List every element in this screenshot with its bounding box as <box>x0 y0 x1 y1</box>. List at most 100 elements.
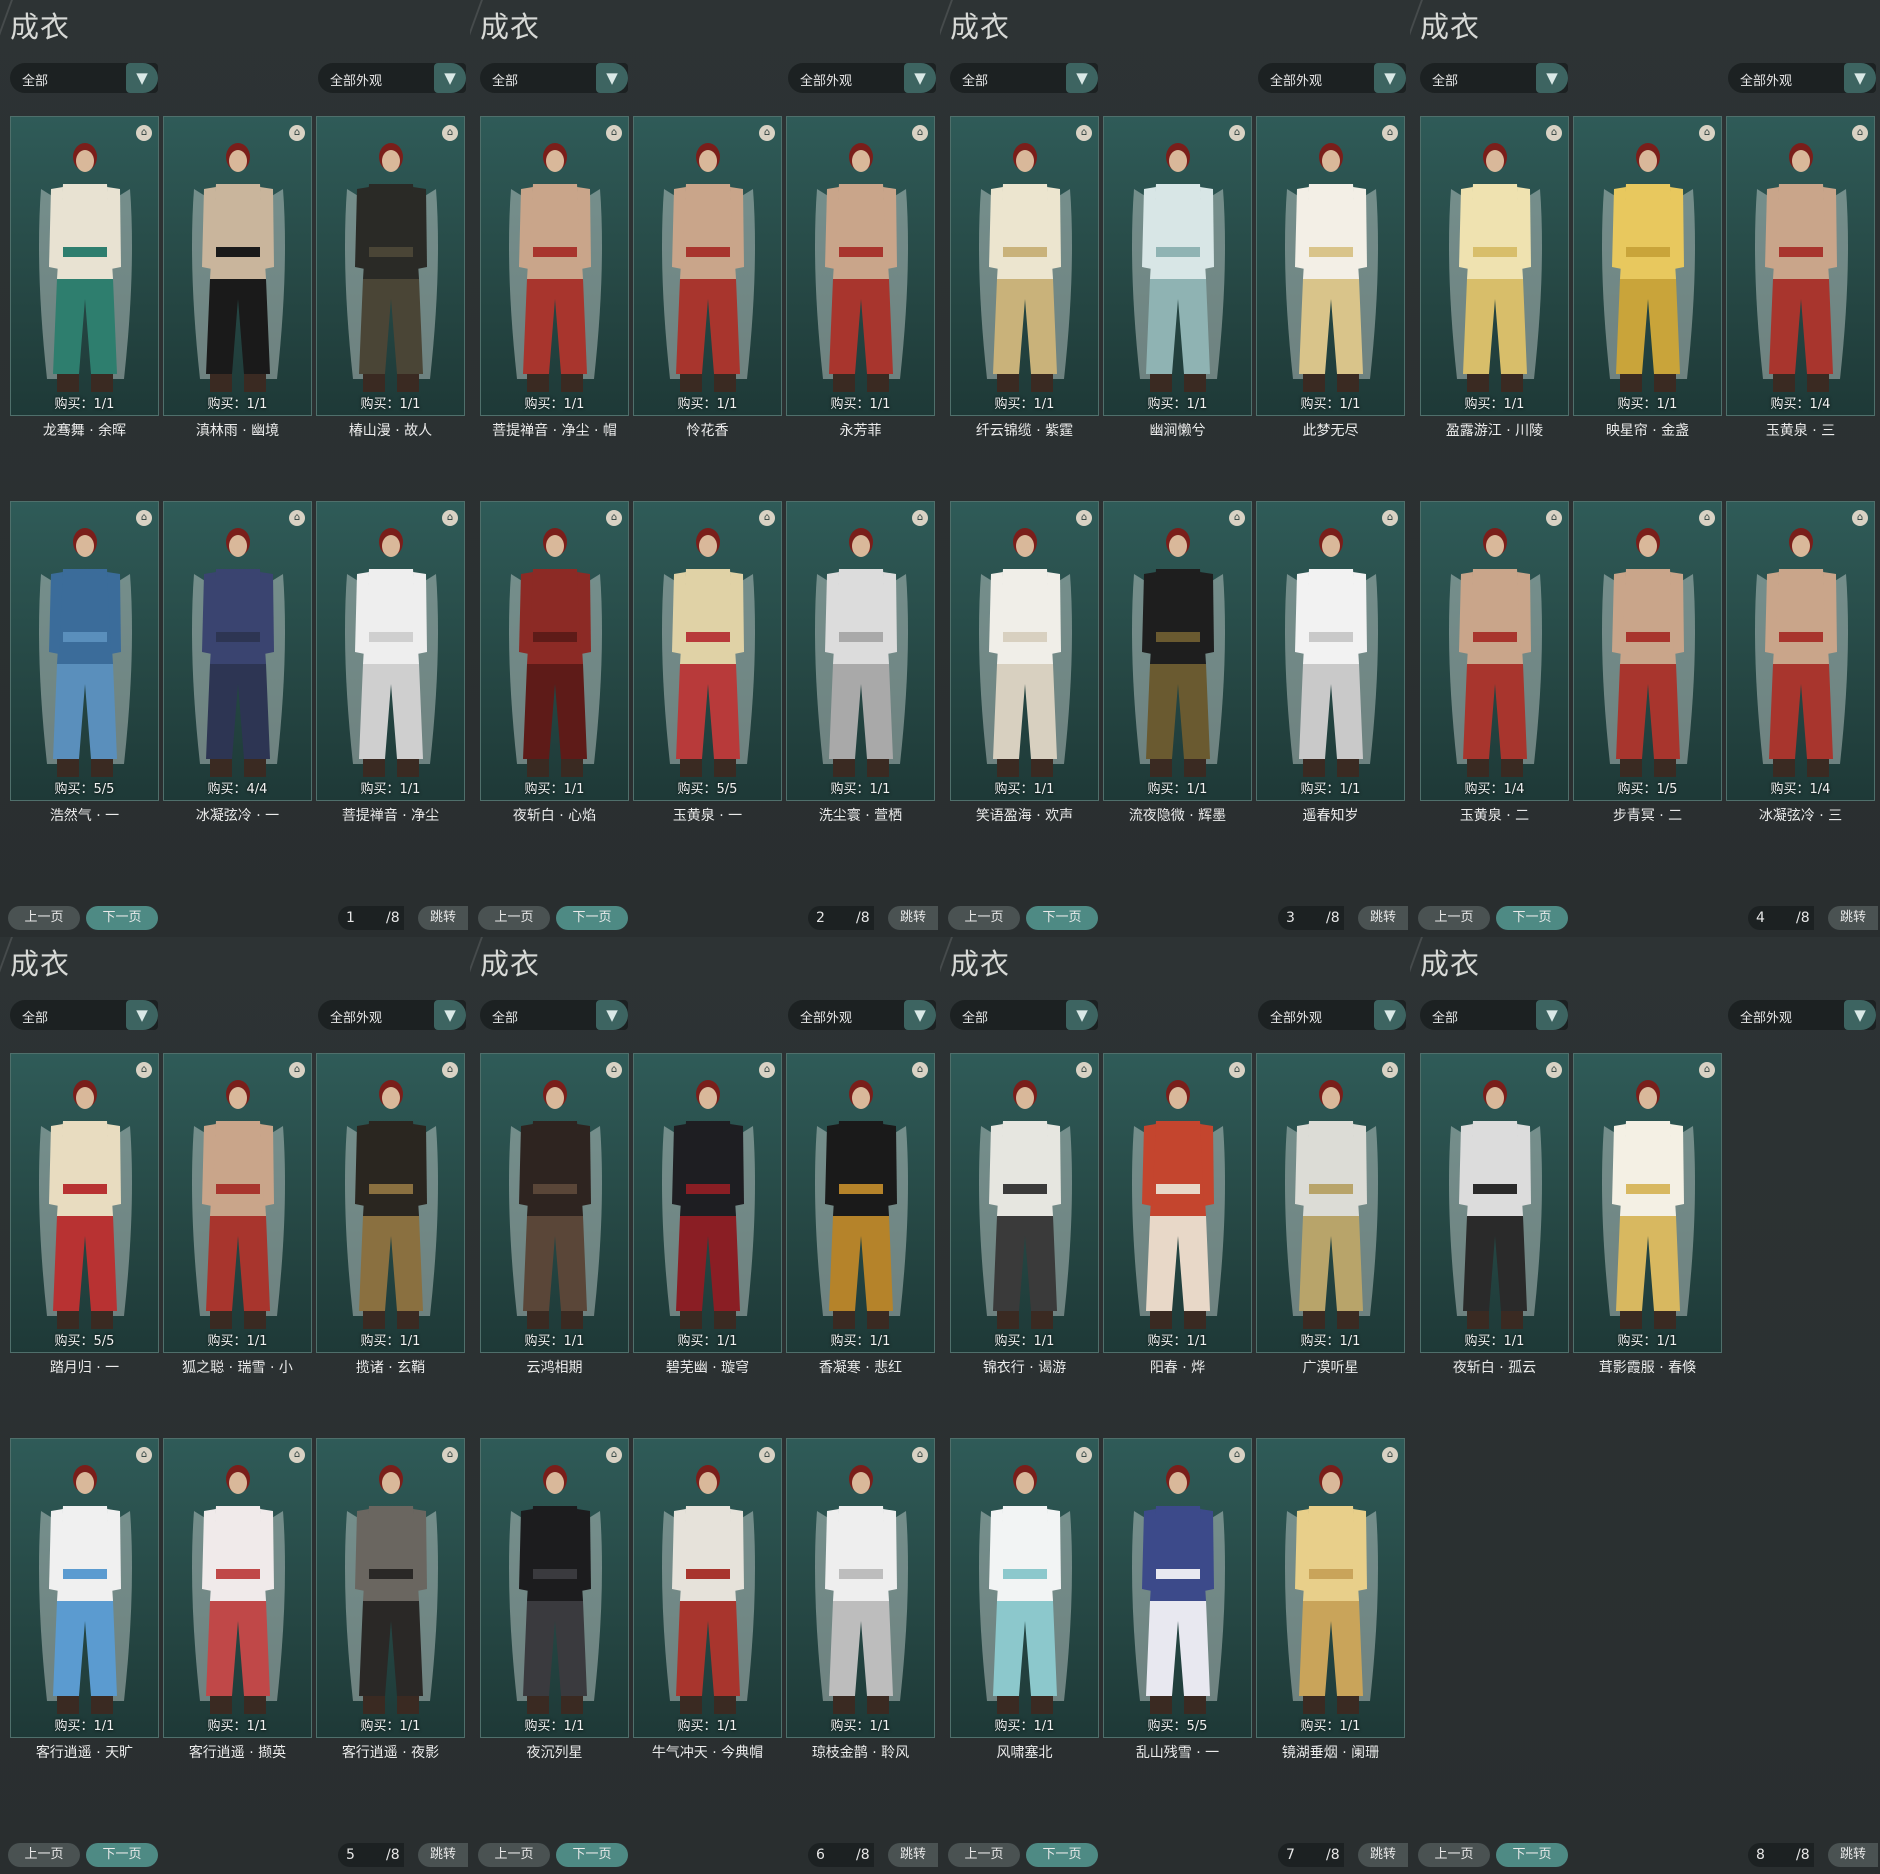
outfit-card[interactable]: ⌂ 购买：1/1 <box>786 501 935 801</box>
bag-icon[interactable]: ⌂ <box>1852 510 1868 526</box>
appearance-dropdown[interactable]: 全部外观 ▼ <box>318 1000 466 1030</box>
bag-icon[interactable]: ⌂ <box>1229 1447 1245 1463</box>
jump-button[interactable]: 跳转 <box>1828 1843 1878 1867</box>
next-page-button[interactable]: 下一页 <box>556 1843 628 1867</box>
appearance-dropdown[interactable]: 全部外观 ▼ <box>1258 63 1406 93</box>
bag-icon[interactable]: ⌂ <box>1699 125 1715 141</box>
bag-icon[interactable]: ⌂ <box>1546 1062 1562 1078</box>
bag-icon[interactable]: ⌂ <box>1699 1062 1715 1078</box>
outfit-card[interactable]: ⌂ 购买：1/1 <box>633 116 782 416</box>
chevron-down-icon[interactable]: ▼ <box>1536 1000 1568 1030</box>
jump-button[interactable]: 跳转 <box>888 1843 938 1867</box>
bag-icon[interactable]: ⌂ <box>912 1062 928 1078</box>
jump-button[interactable]: 跳转 <box>1358 1843 1408 1867</box>
outfit-card[interactable]: ⌂ 购买：5/5 <box>1103 1438 1252 1738</box>
outfit-card[interactable]: ⌂ 购买：1/1 <box>163 116 312 416</box>
prev-page-button[interactable]: 上一页 <box>948 906 1020 930</box>
outfit-card[interactable]: ⌂ 购买：1/1 <box>1103 116 1252 416</box>
outfit-card[interactable]: ⌂ 购买：1/4 <box>1420 501 1569 801</box>
appearance-dropdown[interactable]: 全部外观 ▼ <box>1258 1000 1406 1030</box>
bag-icon[interactable]: ⌂ <box>289 1447 305 1463</box>
next-page-button[interactable]: 下一页 <box>1026 906 1098 930</box>
chevron-down-icon[interactable]: ▼ <box>434 63 466 93</box>
outfit-card[interactable]: ⌂ 购买：1/1 <box>950 1053 1099 1353</box>
outfit-card[interactable]: ⌂ 购买：5/5 <box>10 1053 159 1353</box>
appearance-dropdown[interactable]: 全部外观 ▼ <box>318 63 466 93</box>
bag-icon[interactable]: ⌂ <box>289 125 305 141</box>
bag-icon[interactable]: ⌂ <box>759 125 775 141</box>
bag-icon[interactable]: ⌂ <box>1382 125 1398 141</box>
appearance-dropdown[interactable]: 全部外观 ▼ <box>1728 1000 1876 1030</box>
next-page-button[interactable]: 下一页 <box>86 906 158 930</box>
bag-icon[interactable]: ⌂ <box>1229 510 1245 526</box>
outfit-card[interactable]: ⌂ 购买：1/1 <box>10 116 159 416</box>
outfit-card[interactable]: ⌂ 购买：1/4 <box>1726 116 1875 416</box>
next-page-button[interactable]: 下一页 <box>1026 1843 1098 1867</box>
chevron-down-icon[interactable]: ▼ <box>434 1000 466 1030</box>
bag-icon[interactable]: ⌂ <box>136 510 152 526</box>
outfit-card[interactable]: ⌂ 购买：5/5 <box>633 501 782 801</box>
outfit-card[interactable]: ⌂ 购买：1/1 <box>1256 501 1405 801</box>
outfit-card[interactable]: ⌂ 购买：1/1 <box>10 1438 159 1738</box>
bag-icon[interactable]: ⌂ <box>136 1447 152 1463</box>
outfit-card[interactable]: ⌂ 购买：1/1 <box>316 1053 465 1353</box>
prev-page-button[interactable]: 上一页 <box>8 906 80 930</box>
outfit-card[interactable]: ⌂ 购买：5/5 <box>10 501 159 801</box>
bag-icon[interactable]: ⌂ <box>759 510 775 526</box>
next-page-button[interactable]: 下一页 <box>556 906 628 930</box>
outfit-card[interactable]: ⌂ 购买：1/1 <box>1573 1053 1722 1353</box>
prev-page-button[interactable]: 上一页 <box>478 1843 550 1867</box>
bag-icon[interactable]: ⌂ <box>759 1062 775 1078</box>
appearance-dropdown[interactable]: 全部外观 ▼ <box>788 63 936 93</box>
bag-icon[interactable]: ⌂ <box>442 125 458 141</box>
outfit-card[interactable]: ⌂ 购买：1/1 <box>163 1438 312 1738</box>
category-dropdown[interactable]: 全部 ▼ <box>480 63 628 93</box>
category-dropdown[interactable]: 全部 ▼ <box>10 63 158 93</box>
category-dropdown[interactable]: 全部 ▼ <box>950 63 1098 93</box>
chevron-down-icon[interactable]: ▼ <box>1066 1000 1098 1030</box>
outfit-card[interactable]: ⌂ 购买：1/1 <box>786 116 935 416</box>
next-page-button[interactable]: 下一页 <box>1496 906 1568 930</box>
outfit-card[interactable]: ⌂ 购买：1/1 <box>316 501 465 801</box>
outfit-card[interactable]: ⌂ 购买：1/1 <box>633 1053 782 1353</box>
outfit-card[interactable]: ⌂ 购买：1/1 <box>1420 116 1569 416</box>
outfit-card[interactable]: ⌂ 购买：1/1 <box>480 501 629 801</box>
bag-icon[interactable]: ⌂ <box>1852 125 1868 141</box>
prev-page-button[interactable]: 上一页 <box>1418 906 1490 930</box>
outfit-card[interactable]: ⌂ 购买：1/1 <box>163 1053 312 1353</box>
outfit-card[interactable]: ⌂ 购买：1/5 <box>1573 501 1722 801</box>
category-dropdown[interactable]: 全部 ▼ <box>1420 63 1568 93</box>
bag-icon[interactable]: ⌂ <box>1076 1447 1092 1463</box>
chevron-down-icon[interactable]: ▼ <box>596 1000 628 1030</box>
outfit-card[interactable]: ⌂ 购买：1/1 <box>480 116 629 416</box>
bag-icon[interactable]: ⌂ <box>1382 1062 1398 1078</box>
category-dropdown[interactable]: 全部 ▼ <box>1420 1000 1568 1030</box>
chevron-down-icon[interactable]: ▼ <box>904 63 936 93</box>
appearance-dropdown[interactable]: 全部外观 ▼ <box>788 1000 936 1030</box>
chevron-down-icon[interactable]: ▼ <box>1536 63 1568 93</box>
outfit-card[interactable]: ⌂ 购买：1/1 <box>1256 1053 1405 1353</box>
outfit-card[interactable]: ⌂ 购买：1/1 <box>480 1053 629 1353</box>
outfit-card[interactable]: ⌂ 购买：1/1 <box>480 1438 629 1738</box>
bag-icon[interactable]: ⌂ <box>442 1062 458 1078</box>
chevron-down-icon[interactable]: ▼ <box>1374 63 1406 93</box>
outfit-card[interactable]: ⌂ 购买：1/1 <box>786 1053 935 1353</box>
jump-button[interactable]: 跳转 <box>888 906 938 930</box>
bag-icon[interactable]: ⌂ <box>1546 125 1562 141</box>
bag-icon[interactable]: ⌂ <box>1546 510 1562 526</box>
outfit-card[interactable]: ⌂ 购买：1/1 <box>633 1438 782 1738</box>
jump-button[interactable]: 跳转 <box>418 906 468 930</box>
outfit-card[interactable]: ⌂ 购买：1/4 <box>1726 501 1875 801</box>
chevron-down-icon[interactable]: ▼ <box>1374 1000 1406 1030</box>
bag-icon[interactable]: ⌂ <box>136 125 152 141</box>
bag-icon[interactable]: ⌂ <box>606 125 622 141</box>
outfit-card[interactable]: ⌂ 购买：1/1 <box>1573 116 1722 416</box>
outfit-card[interactable]: ⌂ 购买：1/1 <box>1103 501 1252 801</box>
outfit-card[interactable]: ⌂ 购买：1/1 <box>316 116 465 416</box>
outfit-card[interactable]: ⌂ 购买：1/1 <box>786 1438 935 1738</box>
bag-icon[interactable]: ⌂ <box>1229 125 1245 141</box>
outfit-card[interactable]: ⌂ 购买：1/1 <box>1256 116 1405 416</box>
chevron-down-icon[interactable]: ▼ <box>126 1000 158 1030</box>
prev-page-button[interactable]: 上一页 <box>478 906 550 930</box>
bag-icon[interactable]: ⌂ <box>289 510 305 526</box>
